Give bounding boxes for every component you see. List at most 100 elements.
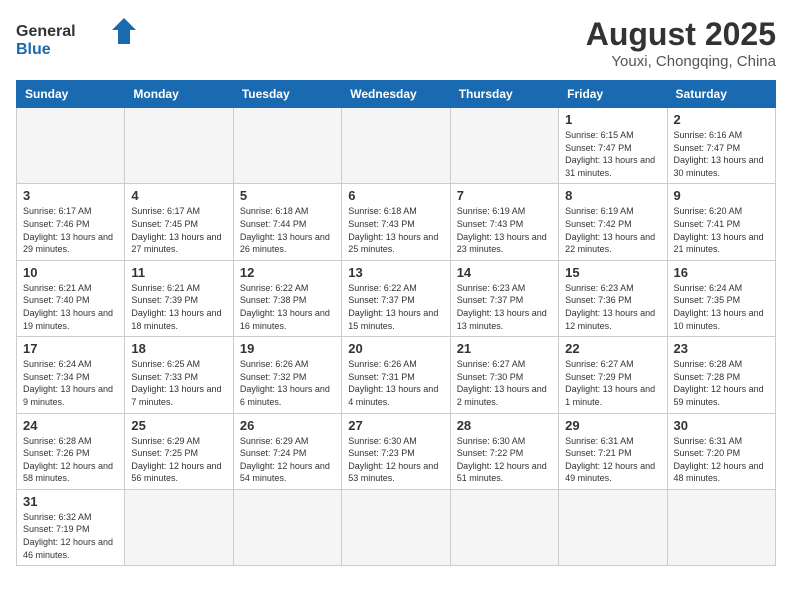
weekday-header-saturday: Saturday [667,81,775,108]
calendar-cell: 22 Sunrise: 6:27 AM Sunset: 7:29 PM Dayli… [559,337,667,413]
day-info: Sunrise: 6:18 AM Sunset: 7:44 PM Dayligh… [240,205,335,255]
calendar-cell: 15Sunrise: 6:23 AM Sunset: 7:36 PM Dayli… [559,260,667,336]
day-number: 22 [565,341,660,356]
weekday-header-tuesday: Tuesday [233,81,341,108]
day-info: Sunrise: 6:27 AM Sunset: 7:29 PM Dayligh… [565,358,660,408]
calendar-cell: 30Sunrise: 6:31 AM Sunset: 7:20 PM Dayli… [667,413,775,489]
day-info: Sunrise: 6:23 AM Sunset: 7:36 PM Dayligh… [565,282,660,332]
calendar-cell: 23 Sunrise: 6:28 AM Sunset: 7:28 PM Dayli… [667,337,775,413]
day-info: Sunrise: 6:24 AM Sunset: 7:34 PM Dayligh… [23,358,118,408]
calendar-cell [125,108,233,184]
day-number: 21 [457,341,552,356]
day-info: Sunrise: 6:27 AM Sunset: 7:30 PM Dayligh… [457,358,552,408]
day-info: Sunrise: 6:17 AM Sunset: 7:46 PM Dayligh… [23,205,118,255]
day-number: 17 [23,341,118,356]
calendar-cell [125,489,233,565]
day-number: 18 [131,341,226,356]
day-info: Sunrise: 6:26 AM Sunset: 7:31 PM Dayligh… [348,358,443,408]
day-info: Sunrise: 6:30 AM Sunset: 7:23 PM Dayligh… [348,435,443,485]
header: General Blue August 2025 Youxi, Chongqin… [16,16,776,70]
day-info: Sunrise: 6:21 AM Sunset: 7:39 PM Dayligh… [131,282,226,332]
title-area: August 2025 Youxi, Chongqing, China [586,16,776,70]
day-info: Sunrise: 6:31 AM Sunset: 7:21 PM Dayligh… [565,435,660,485]
calendar-cell: 14 Sunrise: 6:23 AM Sunset: 7:37 PM Dayli… [450,260,558,336]
day-number: 6 [348,188,443,203]
calendar-cell: 21 Sunrise: 6:27 AM Sunset: 7:30 PM Dayli… [450,337,558,413]
calendar-cell [450,489,558,565]
calendar-cell [667,489,775,565]
calendar-cell: 20 Sunrise: 6:26 AM Sunset: 7:31 PM Dayli… [342,337,450,413]
svg-text:General: General [16,23,76,40]
calendar-cell [559,489,667,565]
calendar-cell [17,108,125,184]
day-info: Sunrise: 6:21 AM Sunset: 7:40 PM Dayligh… [23,282,118,332]
day-number: 28 [457,418,552,433]
day-number: 26 [240,418,335,433]
day-number: 19 [240,341,335,356]
day-number: 23 [674,341,769,356]
calendar-row: 31 Sunrise: 6:32 AM Sunset: 7:19 PM Dayli… [17,489,776,565]
day-info: Sunrise: 6:32 AM Sunset: 7:19 PM Dayligh… [23,511,118,561]
calendar-cell: 5 Sunrise: 6:18 AM Sunset: 7:44 PM Daylig… [233,184,341,260]
weekday-header-monday: Monday [125,81,233,108]
day-number: 20 [348,341,443,356]
calendar-cell: 19 Sunrise: 6:26 AM Sunset: 7:32 PM Dayli… [233,337,341,413]
weekday-header-friday: Friday [559,81,667,108]
day-info: Sunrise: 6:22 AM Sunset: 7:38 PM Dayligh… [240,282,335,332]
calendar-row: 10 Sunrise: 6:21 AM Sunset: 7:40 PM Dayli… [17,260,776,336]
weekday-header-wednesday: Wednesday [342,81,450,108]
day-info: Sunrise: 6:19 AM Sunset: 7:43 PM Dayligh… [457,205,552,255]
day-info: Sunrise: 6:16 AM Sunset: 7:47 PM Dayligh… [674,129,769,179]
calendar-row: 1Sunrise: 6:15 AM Sunset: 7:47 PM Daylig… [17,108,776,184]
calendar-cell: 2Sunrise: 6:16 AM Sunset: 7:47 PM Daylig… [667,108,775,184]
calendar-cell: 10 Sunrise: 6:21 AM Sunset: 7:40 PM Dayli… [17,260,125,336]
day-info: Sunrise: 6:28 AM Sunset: 7:28 PM Dayligh… [674,358,769,408]
day-number: 8 [565,188,660,203]
day-number: 7 [457,188,552,203]
day-number: 29 [565,418,660,433]
weekday-header-thursday: Thursday [450,81,558,108]
calendar-row: 17 Sunrise: 6:24 AM Sunset: 7:34 PM Dayli… [17,337,776,413]
calendar-cell [233,108,341,184]
day-number: 31 [23,494,118,509]
day-info: Sunrise: 6:26 AM Sunset: 7:32 PM Dayligh… [240,358,335,408]
day-info: Sunrise: 6:19 AM Sunset: 7:42 PM Dayligh… [565,205,660,255]
day-number: 24 [23,418,118,433]
day-info: Sunrise: 6:29 AM Sunset: 7:25 PM Dayligh… [131,435,226,485]
day-info: Sunrise: 6:31 AM Sunset: 7:20 PM Dayligh… [674,435,769,485]
day-number: 10 [23,265,118,280]
calendar-cell: 31 Sunrise: 6:32 AM Sunset: 7:19 PM Dayli… [17,489,125,565]
calendar-cell [450,108,558,184]
calendar-cell: 28 Sunrise: 6:30 AM Sunset: 7:22 PM Dayli… [450,413,558,489]
day-number: 12 [240,265,335,280]
day-info: Sunrise: 6:20 AM Sunset: 7:41 PM Dayligh… [674,205,769,255]
calendar-cell: 11Sunrise: 6:21 AM Sunset: 7:39 PM Dayli… [125,260,233,336]
logo: General Blue [16,16,146,66]
day-number: 5 [240,188,335,203]
day-number: 27 [348,418,443,433]
day-number: 14 [457,265,552,280]
calendar-cell: 4 Sunrise: 6:17 AM Sunset: 7:45 PM Daylig… [125,184,233,260]
calendar-cell [342,108,450,184]
calendar-cell: 12 Sunrise: 6:22 AM Sunset: 7:38 PM Dayli… [233,260,341,336]
day-number: 4 [131,188,226,203]
day-number: 9 [674,188,769,203]
calendar-cell: 17 Sunrise: 6:24 AM Sunset: 7:34 PM Dayli… [17,337,125,413]
calendar-cell [342,489,450,565]
calendar: SundayMondayTuesdayWednesdayThursdayFrid… [16,80,776,566]
day-info: Sunrise: 6:24 AM Sunset: 7:35 PM Dayligh… [674,282,769,332]
calendar-cell: 7 Sunrise: 6:19 AM Sunset: 7:43 PM Daylig… [450,184,558,260]
calendar-cell: 8 Sunrise: 6:19 AM Sunset: 7:42 PM Daylig… [559,184,667,260]
calendar-cell: 6Sunrise: 6:18 AM Sunset: 7:43 PM Daylig… [342,184,450,260]
day-number: 25 [131,418,226,433]
day-info: Sunrise: 6:17 AM Sunset: 7:45 PM Dayligh… [131,205,226,255]
calendar-cell: 3Sunrise: 6:17 AM Sunset: 7:46 PM Daylig… [17,184,125,260]
month-year: August 2025 [586,16,776,53]
calendar-cell: 9 Sunrise: 6:20 AM Sunset: 7:41 PM Daylig… [667,184,775,260]
calendar-cell: 1Sunrise: 6:15 AM Sunset: 7:47 PM Daylig… [559,108,667,184]
calendar-cell: 26Sunrise: 6:29 AM Sunset: 7:24 PM Dayli… [233,413,341,489]
day-info: Sunrise: 6:23 AM Sunset: 7:37 PM Dayligh… [457,282,552,332]
day-info: Sunrise: 6:28 AM Sunset: 7:26 PM Dayligh… [23,435,118,485]
day-info: Sunrise: 6:30 AM Sunset: 7:22 PM Dayligh… [457,435,552,485]
weekday-header-sunday: Sunday [17,81,125,108]
